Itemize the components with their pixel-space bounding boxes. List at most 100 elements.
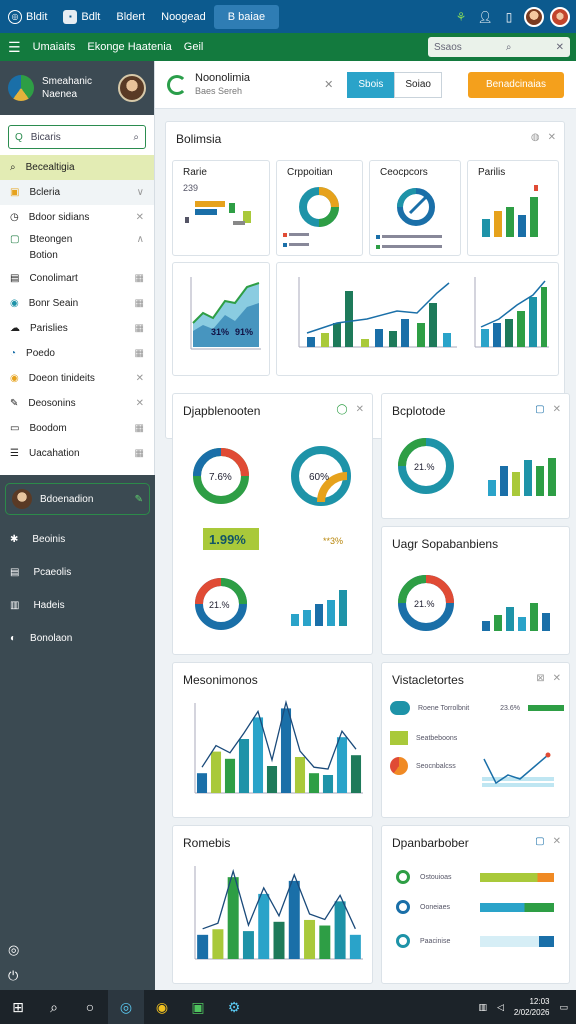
subbar-item[interactable]: Umaiaits — [33, 41, 76, 53]
avatar — [12, 489, 32, 509]
avatar[interactable] — [524, 6, 544, 27]
notification-icon[interactable]: ▭ — [559, 1002, 568, 1013]
subbar-item[interactable]: Ekonge Haatenia — [87, 41, 171, 53]
close-icon[interactable]: ✕ — [548, 132, 556, 143]
donut-panel-right: Bcplotode ▢ ✕ 21.% — [381, 393, 570, 519]
brand-logo — [8, 75, 34, 101]
avatar[interactable] — [118, 74, 146, 102]
chart-bar — [210, 751, 222, 793]
task-view-icon[interactable]: ○ — [72, 990, 108, 1024]
pin-icon[interactable]: ⊠ — [536, 673, 544, 684]
menu-icon[interactable]: ☰ — [8, 39, 21, 56]
list-icon: ☰ — [10, 448, 19, 459]
close-icon[interactable]: ✕ — [356, 404, 364, 415]
close-icon[interactable]: ✕ — [136, 373, 144, 384]
coin-icon: ◉ — [10, 373, 19, 384]
close-icon[interactable]: ✕ — [553, 836, 561, 847]
topbar-item-2[interactable]: Bldert — [108, 5, 153, 29]
top-bar: ◎ Bldit ▪ Bdlt Bldert Noogead B baiae ⚘ 👤︎… — [0, 0, 576, 33]
topbar-label: Noogead — [161, 10, 206, 23]
settings-icon[interactable]: ⚙ — [216, 990, 252, 1024]
sidebar-item-label: Bteongen — [29, 234, 73, 245]
topbar-label: Bldert — [116, 10, 146, 23]
sidebar-search-input[interactable]: Q Bicaris ⌕ — [8, 125, 146, 149]
primary-action-button[interactable]: Benadcinaias — [467, 71, 564, 98]
progress-panel: Vistacletortes ⊠ ✕ Roene Torrolbnit 23.6%… — [381, 662, 570, 818]
card-title: Dpanbarbober — [392, 836, 469, 850]
grid-small-icon[interactable]: ▦ — [135, 273, 144, 284]
close-icon[interactable]: ✕ — [136, 398, 144, 409]
rating-value: **3% — [323, 536, 343, 546]
chevron-up-icon[interactable]: ∧ — [137, 234, 144, 245]
power-icon[interactable]: ⏻ — [8, 968, 19, 984]
settings-icon[interactable]: ◍ — [531, 132, 540, 143]
subbar-item[interactable]: Geil — [184, 41, 204, 53]
sidebar-user[interactable]: Bdoenadion ✎ — [5, 483, 150, 515]
network-icon[interactable]: ▥ — [478, 1002, 487, 1013]
book-icon[interactable]: ▯ — [500, 8, 518, 26]
chart-bar — [258, 893, 270, 959]
plant-icon[interactable]: ⚘ — [452, 8, 470, 26]
close-icon[interactable]: ✕ — [553, 404, 561, 415]
close-icon[interactable]: ✕ — [553, 673, 561, 684]
header-button-1[interactable]: Sbois — [347, 71, 395, 98]
volume-icon[interactable]: ◁ — [497, 1002, 504, 1013]
area-chart-value: 91% — [235, 327, 253, 337]
chart-bar — [334, 901, 346, 959]
start-icon[interactable]: ⊞ — [0, 990, 36, 1024]
chart-bar — [304, 919, 316, 959]
chevron-down-icon[interactable]: ∨ — [137, 187, 144, 198]
progress-row: Roene Torrolbnit 23.6% — [390, 701, 564, 715]
browser-icon[interactable]: ◉ — [144, 990, 180, 1024]
status-dot-icon: ◯ — [336, 404, 348, 415]
bar-line-panel-2: Romebis — [172, 825, 373, 984]
topbar-item-1[interactable]: ▪ Bdlt — [55, 5, 108, 29]
sidebar-nav-0[interactable]: ✱ Beoinis — [0, 523, 155, 556]
sidebar-item-7[interactable]: ◔ Poedo ▦ — [0, 341, 154, 366]
progress-bar — [480, 902, 554, 912]
sidebar-item-1[interactable]: ▣ Bcleria ∨ — [0, 180, 154, 205]
search-icon[interactable]: ⌕ — [36, 990, 72, 1024]
clock-time: 12:03 — [529, 997, 550, 1006]
sidebar-item-11[interactable]: ☰ Uacahation ▦ — [0, 441, 154, 466]
sidebar-item-0[interactable]: ⌕ Becealtigia — [0, 155, 154, 180]
sidebar-nav-3[interactable]: ◐ Bonolaon — [0, 622, 155, 655]
close-icon[interactable]: ✕ — [556, 42, 564, 53]
grid-small-icon[interactable]: ▦ — [135, 323, 144, 334]
sidebar-item-3[interactable]: ▢ Bteongen Botion ∧ — [0, 230, 154, 266]
sidebar-item-4[interactable]: ▤ Conolimart ▦ — [0, 266, 154, 291]
topbar-item-0[interactable]: ◎ Bldit — [0, 5, 55, 29]
sidebar-nav-1[interactable]: ▤ Pcaeolis — [0, 556, 155, 589]
user-icon[interactable]: 👤︎ — [476, 8, 494, 26]
search-placeholder: Bicaris — [30, 131, 61, 143]
window-icon[interactable]: ▢ — [535, 404, 544, 415]
sidebar-item-10[interactable]: ▭ Boodom ▦ — [0, 416, 154, 441]
window-icon[interactable]: ▢ — [535, 836, 544, 847]
search-input[interactable]: Ssaos ⌕ ✕ — [428, 37, 570, 57]
donut-panel-right-2: Uagr Sopabanbiens 21.% — [381, 526, 570, 655]
sidebar-nav-2[interactable]: ▥ Hadeis — [0, 589, 155, 622]
sidebar-item-8[interactable]: ◉ Doeon tinideits ✕ — [0, 366, 154, 391]
close-icon[interactable]: ✕ — [136, 212, 144, 223]
area-chart: 31% 91% — [190, 277, 261, 350]
help-icon[interactable]: ◎ — [8, 942, 19, 958]
app-icon[interactable]: ◎ — [108, 990, 144, 1024]
grid-small-icon[interactable]: ▦ — [135, 448, 144, 459]
chart-bar — [322, 775, 334, 793]
topbar-item-3[interactable]: Noogead — [153, 5, 214, 29]
box-icon: ▢ — [10, 234, 20, 245]
row-label: Seatbeboons — [416, 734, 458, 742]
grid-small-icon[interactable]: ▦ — [135, 348, 144, 359]
header-button-2[interactable]: Soiao — [394, 71, 442, 98]
grid-small-icon[interactable]: ▦ — [135, 298, 144, 309]
sidebar-item-6[interactable]: ☁ Parislies ▦ — [0, 316, 154, 341]
topbar-item-4[interactable]: B baiae — [213, 4, 280, 29]
grid-small-icon[interactable]: ▦ — [135, 423, 144, 434]
close-icon[interactable]: ✕ — [324, 78, 333, 91]
avatar[interactable] — [550, 6, 570, 27]
sidebar-item-5[interactable]: ◉ Bonr Seain ▦ — [0, 291, 154, 316]
chart-bar — [350, 755, 362, 793]
sidebar-item-2[interactable]: ◷ Bdoor sidians ✕ — [0, 205, 154, 230]
store-icon[interactable]: ▣ — [180, 990, 216, 1024]
sidebar-item-9[interactable]: ✎ Deosonins ✕ — [0, 391, 154, 416]
